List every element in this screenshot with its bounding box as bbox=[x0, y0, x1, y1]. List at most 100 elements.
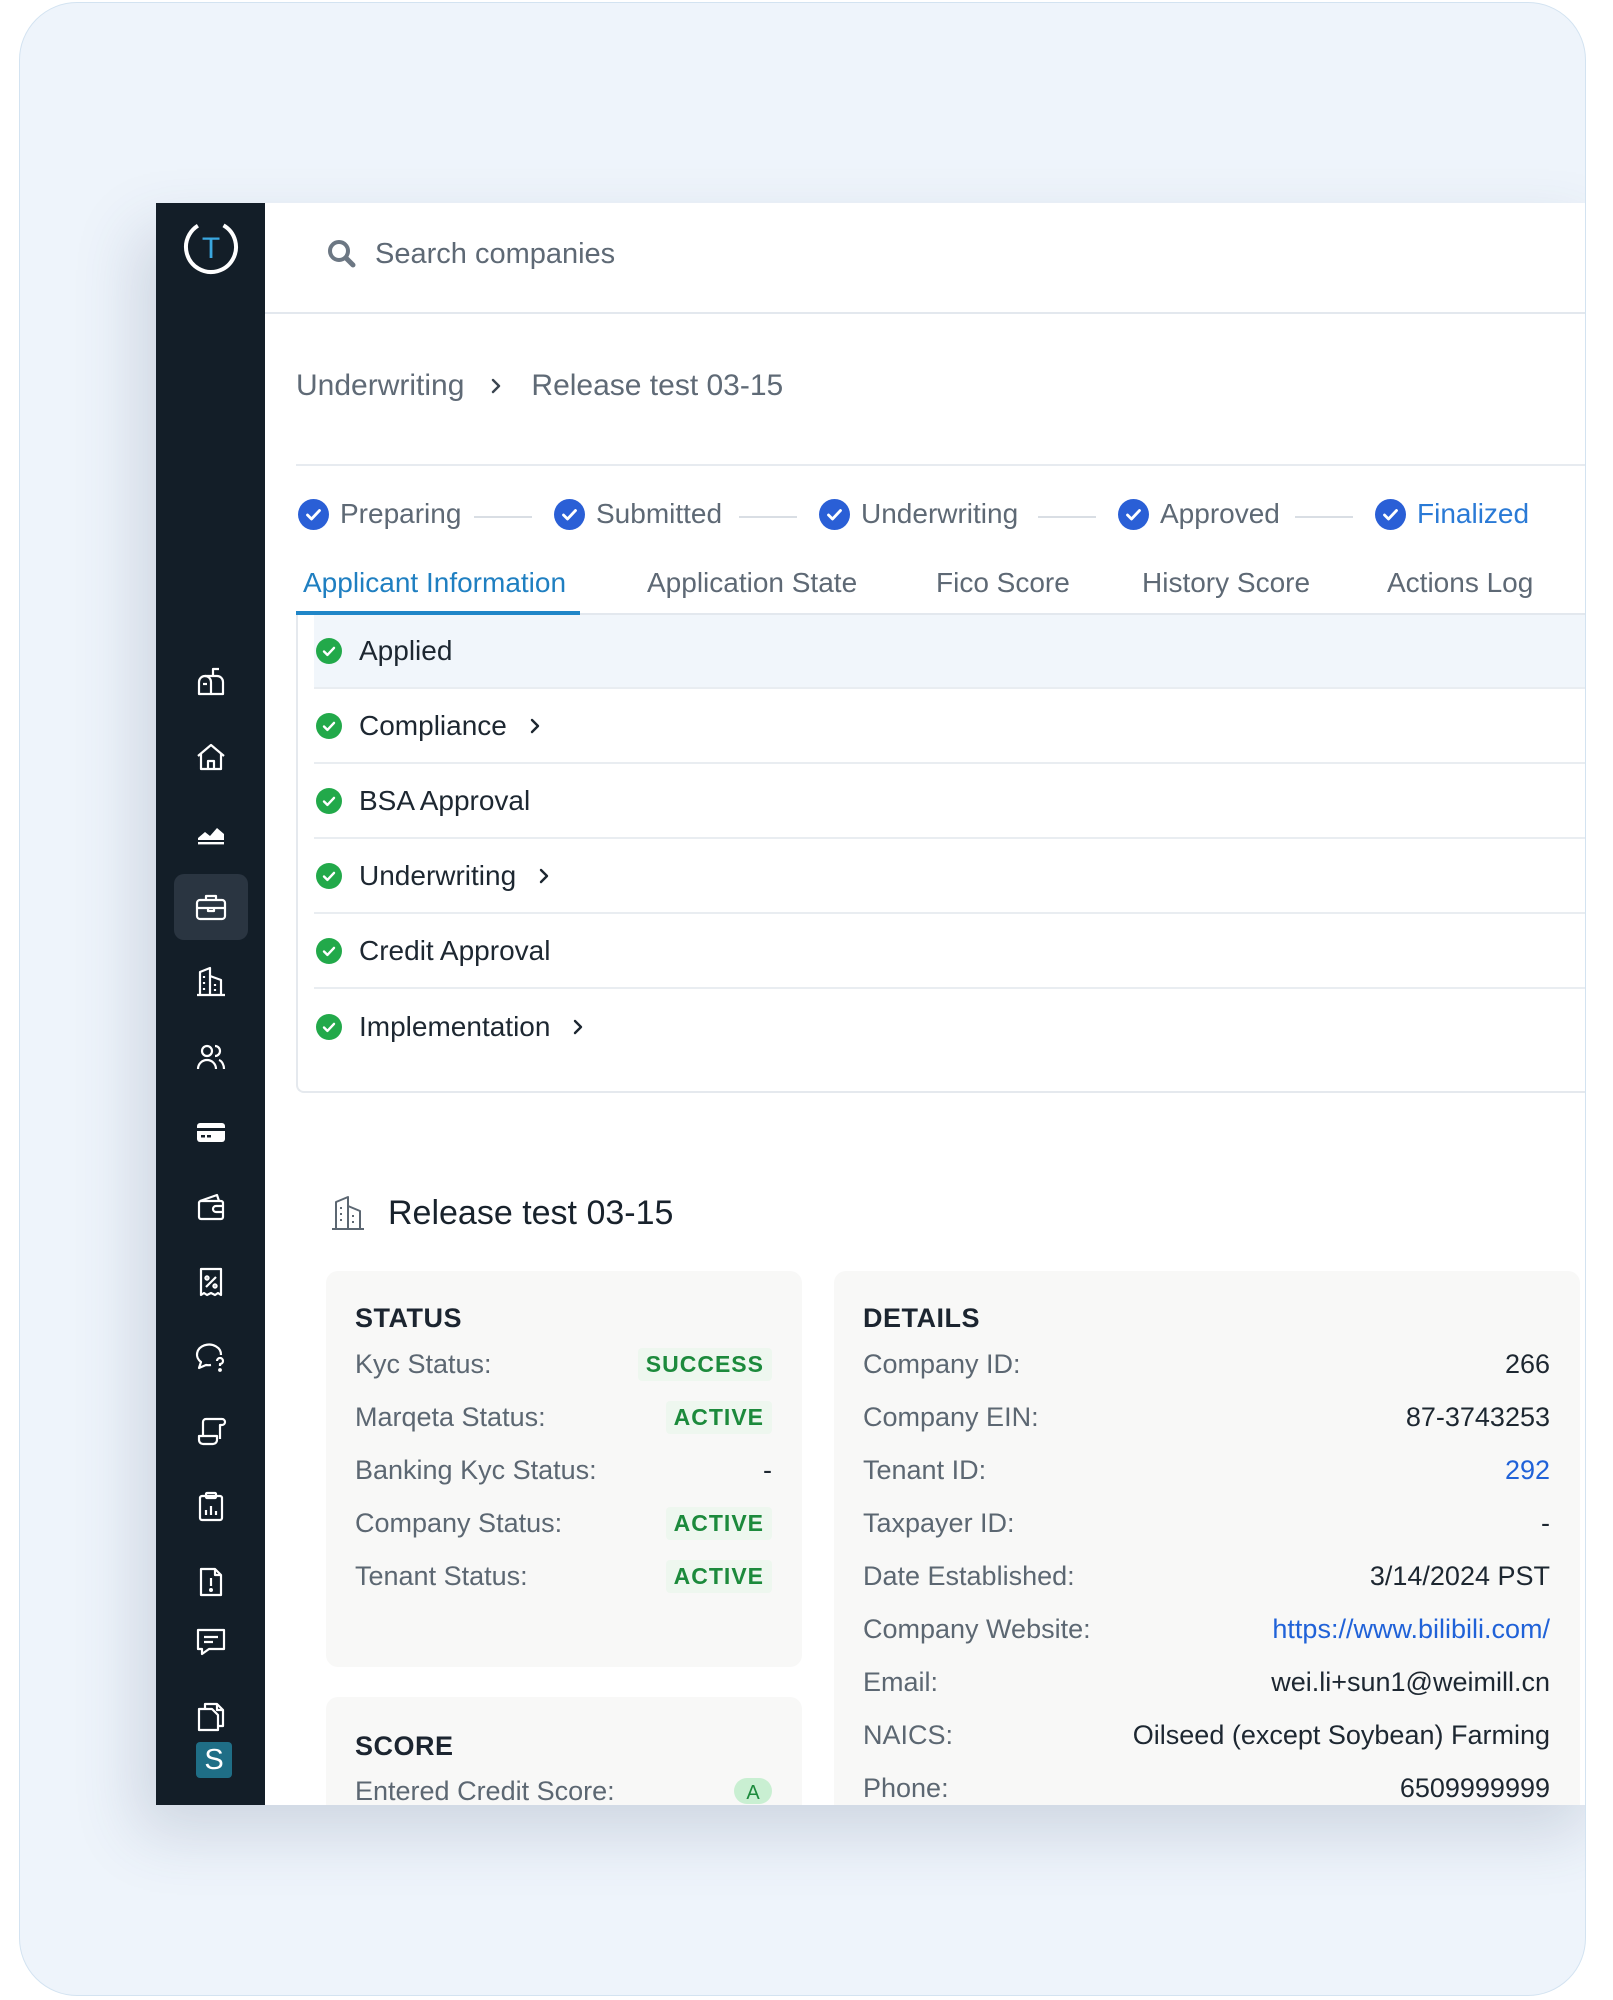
date-established-value: 3/14/2024 PST bbox=[1369, 1560, 1550, 1591]
step-finalized: Finalized bbox=[1375, 498, 1529, 530]
building-icon bbox=[197, 966, 225, 997]
breadcrumb: Underwriting Release test 03-15 bbox=[296, 369, 783, 403]
tab-history-score[interactable]: History Score bbox=[1142, 567, 1310, 599]
company-website-link[interactable]: https://www.bilibili.com/ bbox=[1272, 1614, 1550, 1645]
company-status-row: Company Status: ACTIVE bbox=[355, 1505, 772, 1541]
sidebar-item-analytics[interactable] bbox=[174, 799, 248, 865]
score-title: SCORE bbox=[355, 1731, 454, 1761]
check-circle-icon bbox=[1375, 498, 1406, 530]
message-icon bbox=[196, 1628, 226, 1656]
checklist-item-implementation[interactable]: Implementation bbox=[314, 990, 1585, 1064]
wallet-icon bbox=[197, 1193, 225, 1221]
marqeta-status-label: Marqeta Status: bbox=[355, 1401, 546, 1432]
step-connector bbox=[474, 516, 532, 518]
sidebar-item-users[interactable] bbox=[174, 1024, 248, 1090]
check-circle-icon bbox=[316, 863, 342, 889]
receipt-percent-icon bbox=[199, 1267, 223, 1297]
status-badge: SUCCESS bbox=[637, 1347, 772, 1381]
sidebar-item-wallet[interactable] bbox=[174, 1174, 248, 1240]
sidebar-item-messages[interactable] bbox=[174, 1609, 248, 1675]
taxpayer-id-label: Taxpayer ID: bbox=[863, 1507, 1015, 1538]
company-id-value: 266 bbox=[1504, 1348, 1550, 1379]
checklist-item-label: Implementation bbox=[359, 1011, 551, 1042]
users-icon bbox=[196, 1044, 226, 1070]
step-label: Finalized bbox=[1417, 498, 1530, 529]
chevron-right-icon[interactable] bbox=[534, 866, 554, 886]
sidebar-item-contracts[interactable] bbox=[174, 1399, 248, 1465]
phone-label: Phone: bbox=[863, 1772, 949, 1803]
scroll-icon bbox=[197, 1417, 227, 1446]
chat-question-icon bbox=[195, 1343, 225, 1372]
logo-icon[interactable]: T bbox=[182, 218, 240, 276]
checklist-item-credit-approval[interactable]: Credit Approval bbox=[314, 915, 1585, 989]
step-underwriting: Underwriting bbox=[819, 498, 1018, 530]
breadcrumb-current: Release test 03-15 bbox=[531, 369, 784, 402]
checklist-item-applied[interactable]: Applied bbox=[314, 615, 1585, 689]
status-badge: ACTIVE bbox=[665, 1506, 772, 1540]
chevron-right-icon[interactable] bbox=[525, 716, 545, 736]
tab-application-state[interactable]: Application State bbox=[647, 567, 857, 599]
step-approved: Approved bbox=[1118, 498, 1280, 530]
divider bbox=[296, 464, 1585, 466]
checklist-item-compliance[interactable]: Compliance bbox=[314, 690, 1585, 764]
user-avatar[interactable]: S bbox=[196, 1742, 232, 1778]
sidebar: T S bbox=[156, 203, 265, 1805]
email-label: Email: bbox=[863, 1666, 939, 1697]
breadcrumb-parent[interactable]: Underwriting bbox=[296, 369, 464, 403]
copy-icon bbox=[197, 1702, 225, 1732]
company-id-row: Company ID: 266 bbox=[863, 1346, 1550, 1382]
step-connector bbox=[1295, 516, 1353, 518]
sidebar-item-documents[interactable] bbox=[174, 1684, 248, 1750]
naics-row: NAICS: Oilseed (except Soybean) Farming bbox=[863, 1717, 1550, 1753]
status-stepper: Preparing Submitted Underwriting Approve… bbox=[298, 498, 1585, 538]
company-website-row: Company Website: https://www.bilibili.co… bbox=[863, 1611, 1550, 1647]
sidebar-item-home[interactable] bbox=[174, 724, 248, 790]
chevron-right-icon bbox=[486, 376, 506, 396]
sidebar-item-underwriting[interactable] bbox=[174, 874, 248, 940]
check-circle-icon bbox=[316, 713, 342, 739]
tenant-id-link[interactable]: 292 bbox=[1505, 1455, 1550, 1486]
banking-kyc-status-row: Banking Kyc Status: - bbox=[355, 1452, 772, 1488]
status-badge: ACTIVE bbox=[665, 1559, 772, 1593]
sidebar-item-cards[interactable] bbox=[174, 1099, 248, 1165]
tab-actions-log[interactable]: Actions Log bbox=[1387, 567, 1533, 599]
step-label: Underwriting bbox=[861, 498, 1019, 529]
chevron-right-icon[interactable] bbox=[568, 1017, 588, 1037]
sidebar-item-support[interactable] bbox=[174, 1324, 248, 1390]
sidebar-item-companies[interactable] bbox=[174, 949, 248, 1015]
checklist-item-bsa-approval[interactable]: BSA Approval bbox=[314, 765, 1585, 839]
search-input[interactable] bbox=[375, 229, 1175, 279]
home-icon bbox=[197, 743, 225, 771]
check-circle-icon bbox=[316, 1014, 342, 1040]
naics-value: Oilseed (except Soybean) Farming bbox=[1132, 1719, 1550, 1750]
building-icon bbox=[332, 1196, 364, 1230]
checklist-item-underwriting[interactable]: Underwriting bbox=[314, 840, 1585, 914]
sidebar-item-reports[interactable] bbox=[174, 1474, 248, 1540]
kyc-status-label: Kyc Status: bbox=[355, 1348, 492, 1379]
marqeta-status-row: Marqeta Status: ACTIVE bbox=[355, 1399, 772, 1435]
mailbox-icon bbox=[197, 667, 225, 696]
tenant-id-label: Tenant ID: bbox=[863, 1454, 987, 1485]
step-connector bbox=[739, 516, 797, 518]
banking-kyc-status-label: Banking Kyc Status: bbox=[355, 1454, 597, 1485]
sidebar-item-alerts[interactable] bbox=[174, 1549, 248, 1615]
email-value: wei.li+sun1@weimill.cn bbox=[1271, 1666, 1550, 1697]
sidebar-item-fees[interactable] bbox=[174, 1249, 248, 1315]
step-connector bbox=[1038, 516, 1096, 518]
sidebar-item-mailbox[interactable] bbox=[174, 649, 248, 715]
step-preparing: Preparing bbox=[298, 498, 461, 530]
taxpayer-id-row: Taxpayer ID: - bbox=[863, 1505, 1550, 1541]
details-panel: DETAILS Company ID: 266 Company EIN: 87-… bbox=[834, 1271, 1580, 1805]
briefcase-icon bbox=[195, 894, 227, 921]
company-card: Release test 03-15 STATUS Kyc Status: SU… bbox=[296, 1135, 1585, 1805]
taxpayer-id-value: - bbox=[1541, 1507, 1550, 1538]
phone-value: 6509999999 bbox=[1399, 1772, 1550, 1803]
checklist-item-label: BSA Approval bbox=[359, 785, 531, 816]
tab-fico-score[interactable]: Fico Score bbox=[936, 567, 1070, 599]
checklist-item-label: Credit Approval bbox=[359, 935, 551, 966]
company-ein-value: 87-3743253 bbox=[1405, 1401, 1550, 1432]
checklist-item-label: Underwriting bbox=[359, 860, 517, 891]
step-label: Approved bbox=[1160, 498, 1280, 529]
tab-applicant-information[interactable]: Applicant Information bbox=[303, 567, 566, 599]
tenant-status-label: Tenant Status: bbox=[355, 1560, 528, 1591]
